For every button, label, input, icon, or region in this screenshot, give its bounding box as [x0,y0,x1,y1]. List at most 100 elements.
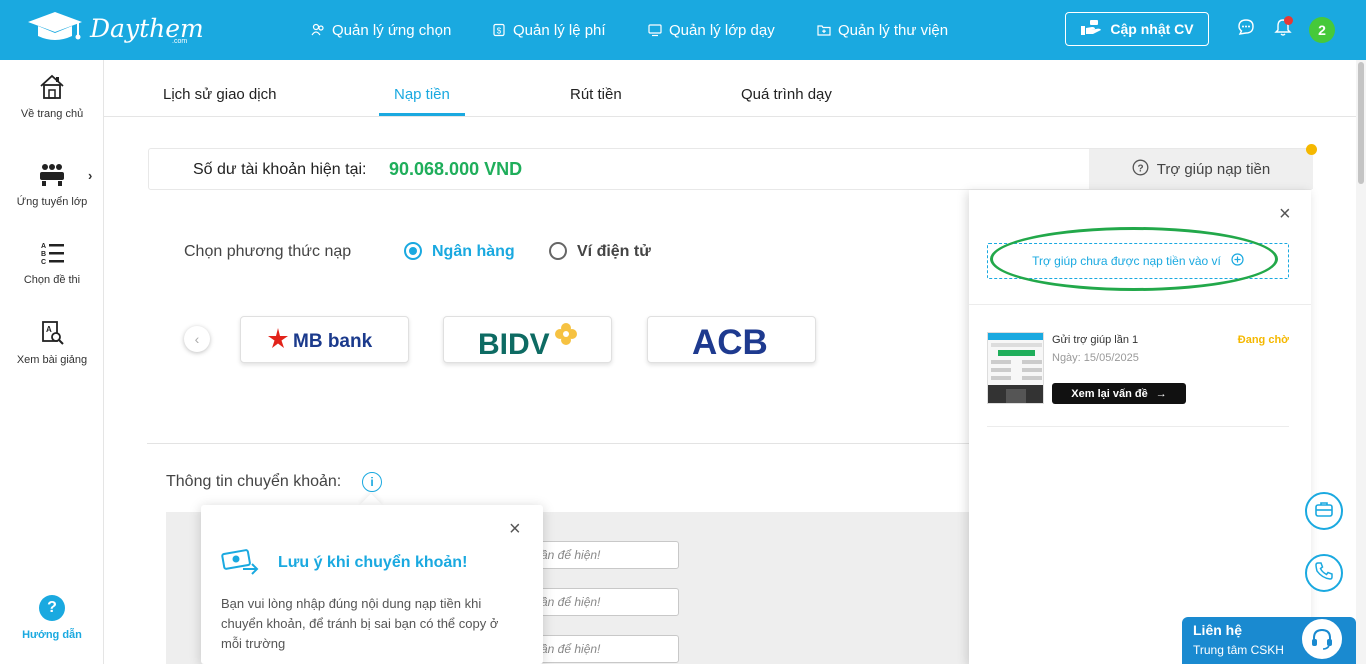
svg-text:?: ? [1137,163,1143,174]
svg-text:MB bank: MB bank [293,331,373,352]
transfer-field-3[interactable]: ần để hiện! [520,635,679,663]
avatar[interactable]: 2 [1309,17,1335,43]
tab-bar: Lịch sử giao dịch Nạp tiền Rút tiền Quá … [104,60,1356,117]
help-ticket: Gửi trợ giúp lần 1 Ngày: 15/05/2025 Đang… [987,330,1289,426]
briefcase-icon [1314,500,1334,523]
sidebar-item-label: Hướng dẫn [22,629,82,641]
svg-text:C: C [41,259,46,266]
ticket-divider [987,426,1289,427]
nav-manage-fees[interactable]: $ Quản lý lệ phí [492,0,606,60]
wallet-icon: $ [492,23,506,37]
nav-manage-classes[interactable]: Quản lý lớp dạy [648,0,775,60]
close-icon[interactable]: × [1279,203,1291,226]
logo-domain: .com [172,38,188,45]
home-icon [0,74,104,100]
svg-text:B: B [41,251,46,258]
svg-text:$: $ [497,27,502,36]
contact-subtitle: Trung tâm CSKH [1193,643,1284,657]
help-tab-label: Trợ giúp nạp tiền [1156,160,1271,178]
cv-hand-icon [1080,19,1102,40]
users-icon [311,23,325,37]
notification-dot [1284,16,1293,25]
briefcase-button[interactable] [1305,492,1343,530]
active-tab-indicator [379,113,465,116]
transfer-note-popup: × Lưu ý khi chuyển khoản! Bạn vui lòng n… [201,505,543,664]
money-transfer-icon [221,549,261,582]
nav-label: Quản lý thư viện [838,21,949,39]
graduation-cap-icon [28,12,82,40]
balance-bar: Số dư tài khoản hiện tại: 90.068.000 VND… [148,148,1313,190]
nav-label: Quản lý lớp dạy [669,21,775,39]
scrollbar-thumb[interactable] [1358,62,1364,184]
contact-support-widget[interactable]: Liên hệ Trung tâm CSKH [1182,617,1356,664]
sidebar-item-label: Ứng tuyển lớp [16,196,88,208]
nav-label: Quản lý lệ phí [513,21,606,39]
close-icon[interactable]: × [509,518,521,541]
sidebar-item-guide[interactable]: ? Hướng dẫn [0,595,104,641]
contact-title: Liên hệ [1193,622,1243,638]
chat-icon[interactable] [1237,18,1255,41]
headset-icon [1300,617,1344,661]
balance-value: 90.068.000 VND [389,159,523,179]
phone-icon [1314,561,1334,586]
transfer-field-1[interactable]: ần để hiện! [520,541,679,569]
monitor-icon [648,23,662,37]
bank-bidv[interactable]: BIDV [443,316,612,363]
bank-acb[interactable]: ACB [647,316,816,363]
bidv-logo: BIDV [478,322,577,358]
sidebar-item-view-lectures[interactable]: A Xem bài giảng [0,320,104,366]
top-navigation-bar: Daythem .com Quản lý ứng chọn $ Quản lý … [0,0,1366,60]
svg-text:A: A [41,243,46,250]
info-icon[interactable]: i [362,472,382,492]
radio-e-wallet-label[interactable]: Ví điện tử [577,243,651,261]
panel-divider [969,304,1311,305]
radio-e-wallet[interactable] [549,242,567,260]
note-title: Lưu ý khi chuyển khoản! [278,554,468,571]
ticket-status-badge: Đang chờ [1237,334,1289,346]
sidebar-item-label: Về trang chủ [20,108,84,120]
chevron-right-icon: › [88,168,93,183]
nav-manage-library[interactable]: Quản lý thư viện [817,0,948,60]
ticket-screenshot-thumbnail[interactable] [987,332,1044,404]
transfer-info-label: Thông tin chuyển khoản: [166,473,342,490]
page-scrollbar[interactable] [1356,60,1366,664]
tab-deposit[interactable]: Nạp tiền [394,86,450,103]
radio-bank[interactable] [404,242,422,260]
sidebar-item-label: Chọn đề thi [23,274,81,286]
svg-text:BIDV: BIDV [478,328,550,358]
help-icon: ? [39,595,65,621]
bank-mbbank[interactable]: MB bank [240,316,409,363]
svg-text:A: A [46,325,52,334]
balance-label: Số dư tài khoản hiện tại: [193,161,367,178]
tab-transaction-history[interactable]: Lịch sử giao dịch [163,86,276,103]
tab-withdraw[interactable]: Rút tiền [570,86,622,103]
sidebar: Về trang chủ Ứng tuyển lớp › ABC Chọn đề… [0,60,104,664]
sidebar-item-choose-exam[interactable]: ABC Chọn đề thi [0,240,104,286]
acb-logo: ACB [692,323,768,358]
radio-bank-label[interactable]: Ngân hàng [432,243,515,261]
arrow-right-icon: → [1155,387,1167,400]
highlight-ellipse [990,227,1278,291]
carousel-prev-button[interactable]: ‹ [184,326,210,352]
deposit-method-label: Chọn phương thức nạp [184,243,352,260]
deposit-help-tab[interactable]: ? Trợ giúp nạp tiền [1089,149,1313,189]
list-abc-icon: ABC [0,240,104,266]
tab-teaching-process[interactable]: Quá trình dạy [741,86,832,103]
review-issue-button[interactable]: Xem lại vấn đề → [1052,383,1186,404]
help-indicator-dot [1306,144,1317,155]
update-cv-button[interactable]: Cập nhật CV [1065,12,1209,46]
sidebar-item-home[interactable]: Về trang chủ [0,74,104,120]
nav-manage-applications[interactable]: Quản lý ứng chọn [311,0,451,60]
ticket-title: Gửi trợ giúp lần 1 [1052,334,1139,346]
daythem-logo[interactable]: Daythem .com [26,10,204,50]
nav-label: Quản lý ứng chọn [332,21,452,39]
phone-button[interactable] [1305,554,1343,592]
sidebar-item-apply-class[interactable]: Ứng tuyển lớp › [0,162,104,208]
review-button-label: Xem lại vấn đề [1071,387,1148,400]
transfer-field-2[interactable]: ần để hiện! [520,588,679,616]
document-search-icon: A [0,320,104,346]
section-divider [147,443,969,444]
folder-icon [817,23,831,37]
note-text: Bạn vui lòng nhập đúng nội dung nạp tiền… [221,596,499,651]
cv-button-label: Cập nhật CV [1110,21,1194,37]
